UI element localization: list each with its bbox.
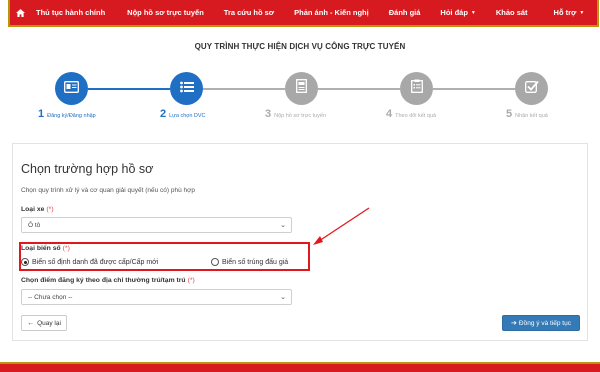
clipboard-icon (410, 79, 423, 98)
chevron-down-icon: ⌄ (280, 294, 286, 301)
nav-item-hoi-dap[interactable]: Hỏi đáp ▼ (440, 0, 475, 26)
step-4-label: 4 Theo dõi kết quả (386, 108, 437, 120)
radio-unchecked[interactable] (211, 258, 219, 266)
top-navigation: Thủ tục hành chính Nộp hồ sơ trực tuyến … (0, 0, 600, 30)
nav-item-khao-sat[interactable]: Khảo sát (496, 0, 528, 26)
document-icon (296, 79, 307, 98)
nav-item-thu-tuc[interactable]: Thủ tục hành chính (36, 0, 105, 26)
step-5-circle[interactable] (515, 72, 548, 105)
registration-place-select[interactable]: -- Chưa chọn -- ⌄ (21, 289, 292, 305)
step-connector (318, 88, 400, 90)
step-1-label: 1 Đăng ký/Đăng nhập (38, 108, 96, 120)
agree-continue-button[interactable]: ➔ Đồng ý và tiếp tục (502, 315, 580, 331)
process-stepper: 1 Đăng ký/Đăng nhập 2 Lựa chọn DVC 3 Nộp hồ… (0, 72, 600, 122)
nav-item-phan-anh[interactable]: Phản ánh - Kiến nghị (294, 0, 369, 26)
step-connector (433, 88, 515, 90)
nav-bar: Thủ tục hành chính Nộp hồ sơ trực tuyến … (8, 0, 599, 27)
id-card-icon (64, 80, 79, 98)
form-subtitle: Chọn quy trình xử lý và cơ quan giải quy… (21, 187, 196, 194)
chevron-down-icon: ▼ (579, 9, 585, 16)
step-connector (203, 88, 285, 90)
step-1-circle[interactable] (55, 72, 88, 105)
nav-item-danh-gia[interactable]: Đánh giá (389, 0, 421, 26)
plate-type-label: Loại biển số (*) (21, 245, 70, 252)
registration-place-label: Chọn điểm đăng ký theo địa chỉ thường tr… (21, 277, 195, 284)
list-icon (179, 80, 194, 98)
plate-option-auction[interactable]: Biển số trúng đấu giá (211, 258, 288, 266)
chevron-down-icon: ▼ (470, 9, 476, 16)
nav-item-nop-ho-so[interactable]: Nộp hồ sơ trực tuyến (127, 0, 204, 26)
plate-option-identified[interactable]: Biển số định danh đã được cấp/Cấp mới (21, 258, 158, 266)
step-2-label: 2 Lựa chọn DVC (160, 108, 206, 120)
step-connector (88, 88, 170, 90)
home-icon[interactable] (10, 0, 30, 26)
form-title: Chọn trường hợp hồ sơ (21, 162, 154, 176)
radio-checked[interactable] (21, 258, 29, 266)
arrow-right-icon: ➔ (511, 320, 517, 327)
vehicle-type-select[interactable]: Ô tô ⌄ (21, 217, 292, 233)
page-title: QUY TRÌNH THỰC HIỆN DỊCH VỤ CÔNG TRỰC TU… (194, 42, 406, 51)
nav-item-ho-tro[interactable]: Hỗ trợ ▼ (554, 0, 585, 26)
step-2-circle[interactable] (170, 72, 203, 105)
chevron-down-icon: ⌄ (280, 222, 286, 229)
nav-item-tra-cuu[interactable]: Tra cứu hồ sơ (224, 0, 274, 26)
back-button[interactable]: ← Quay lại (21, 315, 67, 331)
checkbox-icon (524, 80, 539, 98)
step-4-circle[interactable] (400, 72, 433, 105)
footer-bar (0, 362, 600, 372)
vehicle-type-label: Loại xe (*) (21, 206, 54, 213)
step-3-label: 3 Nộp hồ sơ trực tuyến (265, 108, 327, 120)
arrow-left-icon: ← (27, 319, 35, 327)
case-selection-card: Chọn trường hợp hồ sơ Chọn quy trình xử … (12, 143, 588, 341)
step-5-label: 5 Nhận kết quả (506, 108, 548, 120)
step-3-circle[interactable] (285, 72, 318, 105)
